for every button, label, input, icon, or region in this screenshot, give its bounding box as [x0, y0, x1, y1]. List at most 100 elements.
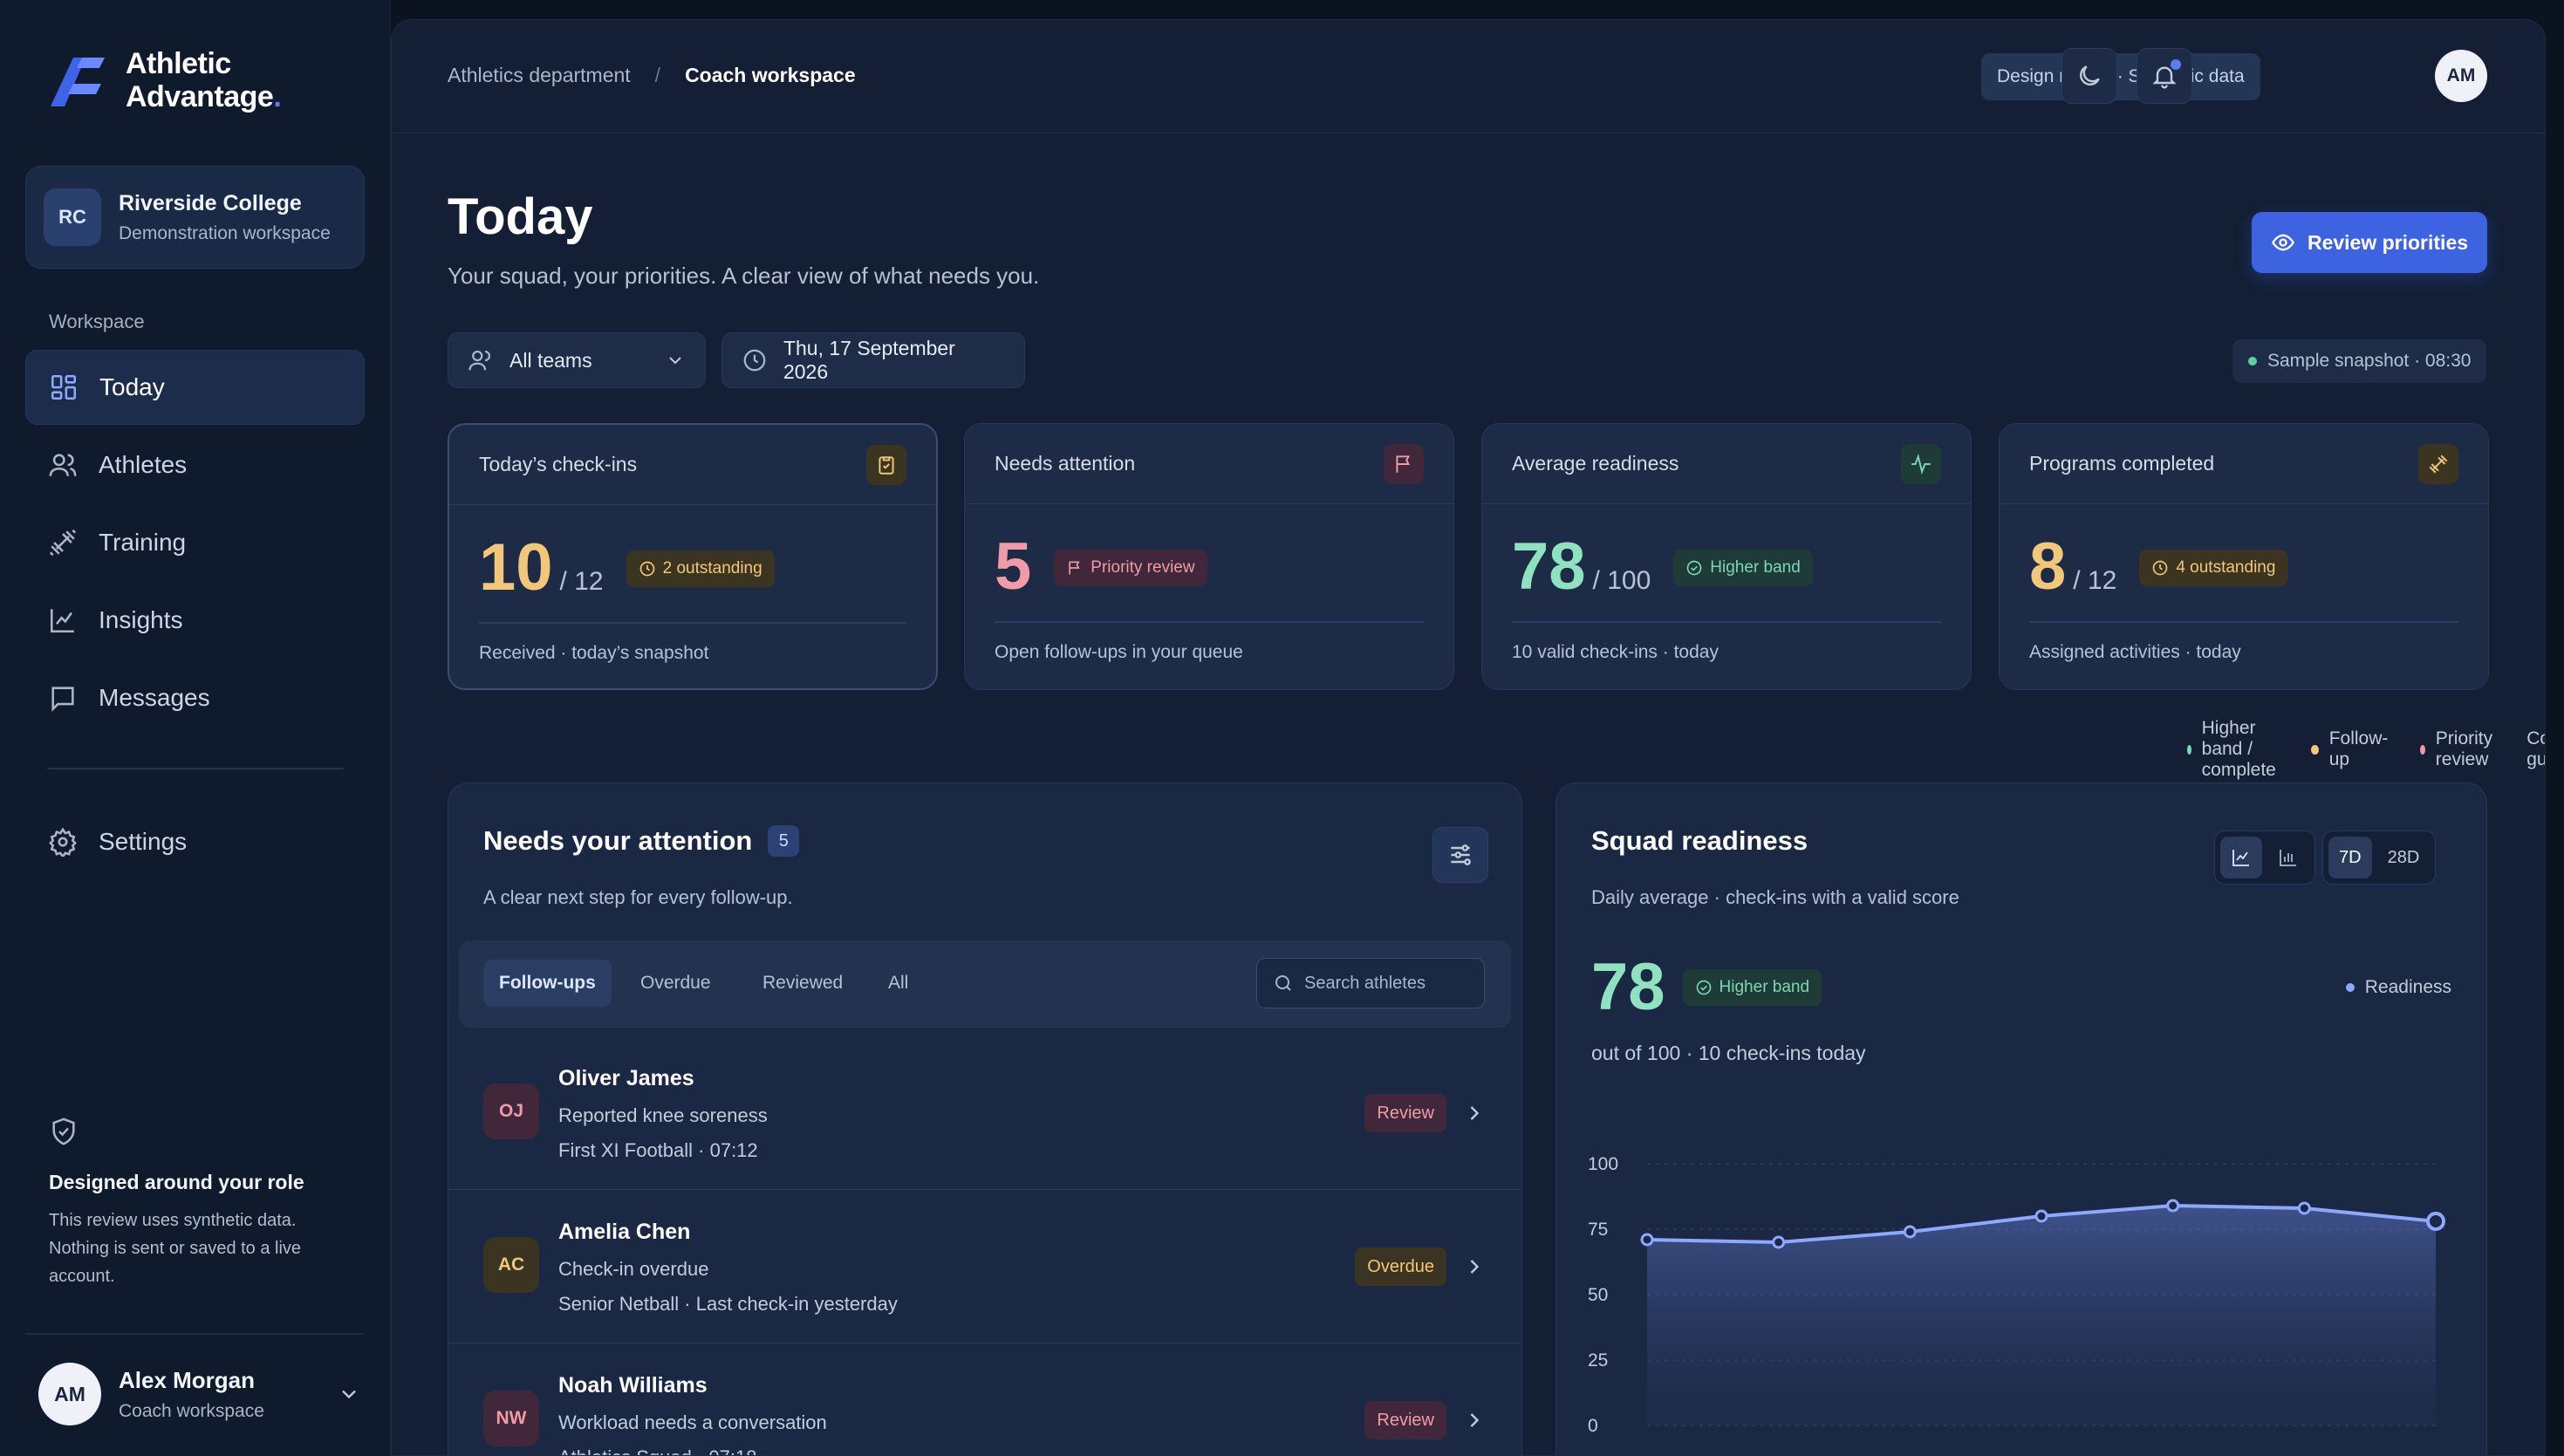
kpi-average-readiness[interactable]: Average readiness 78 / 100 Higher band 1… — [1481, 423, 1972, 690]
kpi-total: / 12 — [559, 567, 604, 596]
status-badge: Review — [1364, 1401, 1446, 1439]
chevron-right-icon — [1470, 1413, 1480, 1427]
status-badge: Higher band — [1673, 550, 1813, 586]
clipboard-icon — [866, 444, 906, 485]
attention-title: Needs your attention — [483, 825, 753, 856]
avatar: AC — [483, 1237, 539, 1293]
avatar[interactable]: AM — [2435, 50, 2487, 102]
athlete-meta: Senior Netball · Last check-in yesterday — [558, 1293, 898, 1315]
search-placeholder: Search athletes — [1304, 973, 1426, 993]
grid-icon — [51, 374, 77, 400]
athlete-issue: Check-in overdue — [558, 1258, 709, 1280]
chevron-right-icon — [1470, 1106, 1480, 1120]
y-tick-label: 25 — [1588, 1350, 1608, 1371]
legend-dot-green — [2187, 744, 2191, 755]
status-badge: Review — [1364, 1094, 1446, 1132]
chevron-down-icon — [342, 1390, 356, 1399]
status-badge: 2 outstanding — [626, 550, 775, 587]
dumbbell-icon — [49, 529, 77, 557]
data-point — [1903, 1225, 1917, 1239]
line-chart-button[interactable] — [2220, 837, 2262, 878]
kpi-divider — [995, 621, 1424, 623]
date-filter[interactable]: Thu, 17 September 2026 — [721, 332, 1025, 388]
legend-dot-rose — [2419, 744, 2425, 755]
page-subtitle: Your squad, your priorities. A clear vie… — [448, 263, 1040, 289]
range-28d-button[interactable]: 28D — [2377, 837, 2431, 878]
user-menu[interactable]: AM Alex Morgan Coach workspace — [38, 1363, 361, 1425]
list-item[interactable]: NW Noah Williams Workload needs a conver… — [448, 1343, 1521, 1455]
filter-options-button[interactable] — [1432, 827, 1488, 883]
tab-reviewed[interactable]: Reviewed — [747, 960, 858, 1007]
status-badge: Priority review — [1054, 550, 1207, 586]
kpi-checkins[interactable]: Today’s check-ins 10 / 12 2 outstanding … — [448, 423, 938, 690]
sidebar-item-label: Training — [99, 529, 187, 556]
flag-icon — [1069, 561, 1080, 575]
bar-chart-icon — [2280, 850, 2296, 866]
kpi-programs-completed[interactable]: Programs completed 8 / 12 4 outstanding … — [1999, 423, 2489, 690]
chevron-right-icon — [1470, 1260, 1480, 1274]
sidebar-item-settings[interactable]: Settings — [25, 804, 365, 879]
status-badge: Higher band — [1682, 968, 1822, 1006]
review-priorities-label: Review priorities — [2307, 230, 2469, 254]
brand[interactable]: Athletic Advantage. — [47, 47, 282, 113]
review-priorities-button[interactable]: Review priorities — [2252, 212, 2487, 273]
list-item[interactable]: AC Amelia Chen Check-in overdue Senior N… — [448, 1190, 1521, 1343]
status-badge-label: 4 outstanding — [2176, 558, 2276, 577]
sidebar-item-athletes[interactable]: Athletes — [25, 427, 365, 502]
avatar: NW — [483, 1391, 539, 1446]
sidebar-item-messages[interactable]: Messages — [25, 660, 365, 735]
user-divider — [25, 1333, 365, 1335]
data-point — [2034, 1209, 2048, 1223]
bar-chart-button[interactable] — [2267, 837, 2309, 878]
list-item[interactable]: OJ Oliver James Reported knee soreness F… — [448, 1036, 1521, 1190]
avatar: AM — [38, 1363, 101, 1425]
data-point — [1640, 1233, 1654, 1247]
y-tick-label: 100 — [1588, 1154, 1618, 1174]
chart-legend: Readiness — [2345, 977, 2451, 998]
breadcrumb-department[interactable]: Athletics department — [448, 64, 631, 87]
legend-follow-up: Follow-up — [2328, 728, 2389, 769]
kpi-value: 78 — [1512, 530, 1586, 604]
kpi-footnote: Open follow-ups in your queue — [995, 642, 1243, 662]
users-icon — [468, 350, 491, 371]
readiness-area — [1647, 1206, 2436, 1425]
kpi-footnote: Assigned activities · today — [2029, 642, 2241, 662]
brand-dot: . — [273, 80, 282, 113]
sidebar-item-training[interactable]: Training — [25, 505, 365, 580]
colour-legend: Higher band / complete Follow-up Priorit… — [2187, 718, 2545, 781]
kpi-footnote: 10 valid check-ins · today — [1512, 642, 1719, 662]
y-tick-label: 50 — [1588, 1285, 1608, 1305]
message-icon — [51, 687, 74, 712]
sidebar-divider — [47, 768, 344, 769]
kpi-needs-attention[interactable]: Needs attention 5 Priority review Open f… — [964, 423, 1454, 690]
sidebar-item-today[interactable]: Today — [25, 350, 365, 425]
tab-follow-ups[interactable]: Follow-ups — [483, 960, 612, 1007]
tab-all[interactable]: All — [872, 960, 924, 1007]
status-badge: Overdue — [1355, 1248, 1446, 1286]
user-name: Alex Morgan — [119, 1366, 256, 1393]
brand-name: Athletic Advantage. — [126, 47, 282, 113]
theme-toggle-button[interactable] — [2061, 48, 2117, 104]
tab-overdue[interactable]: Overdue — [625, 960, 727, 1007]
squad-title: Squad readiness — [1591, 825, 1808, 856]
status-badge-label: Higher band — [1710, 558, 1801, 577]
notifications-button[interactable] — [2137, 48, 2192, 104]
y-tick-label: 75 — [1588, 1220, 1608, 1240]
search-input[interactable]: Search athletes — [1256, 958, 1485, 1008]
gear-icon — [49, 827, 77, 857]
sidebar-item-insights[interactable]: Insights — [25, 583, 365, 658]
kpi-title: Average readiness — [1512, 452, 1679, 475]
snapshot-label: Sample snapshot · 08:30 — [2267, 351, 2472, 371]
kpi-value: 10 — [479, 530, 553, 605]
check-circle-icon — [1696, 980, 1711, 995]
attention-panel: Needs your attention 5 A clear next step… — [448, 783, 1522, 1455]
org-switcher[interactable]: RC Riverside College Demonstration works… — [25, 166, 365, 269]
brand-logo-icon — [51, 58, 105, 106]
legend-dot-amber — [2311, 744, 2319, 755]
range-7d-button[interactable]: 7D — [2328, 837, 2372, 878]
users-icon — [49, 454, 77, 476]
main-panel: Athletics department / Coach workspace D… — [391, 19, 2546, 1456]
squad-readiness-panel: Squad readiness Daily average · check-in… — [1555, 783, 2487, 1455]
team-filter-select[interactable]: All teams — [448, 332, 706, 388]
colour-guide-link[interactable]: Colour guide — [2526, 728, 2545, 770]
